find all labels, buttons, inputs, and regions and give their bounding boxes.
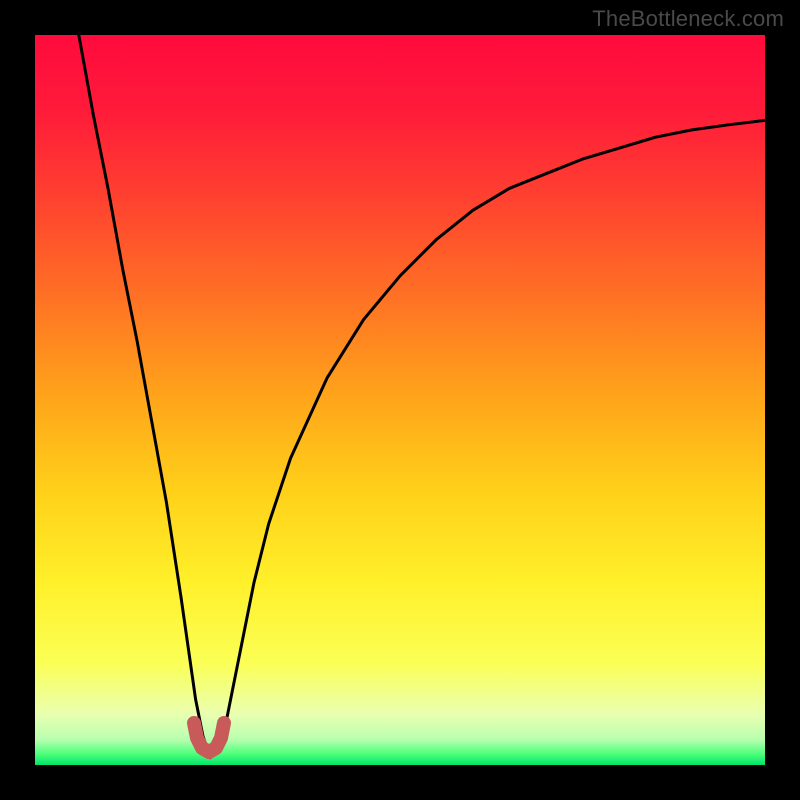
- gradient-background: [35, 35, 765, 765]
- plot-svg: [35, 35, 765, 765]
- chart-frame: TheBottleneck.com: [0, 0, 800, 800]
- plot-area: [35, 35, 765, 765]
- watermark-text: TheBottleneck.com: [592, 6, 784, 32]
